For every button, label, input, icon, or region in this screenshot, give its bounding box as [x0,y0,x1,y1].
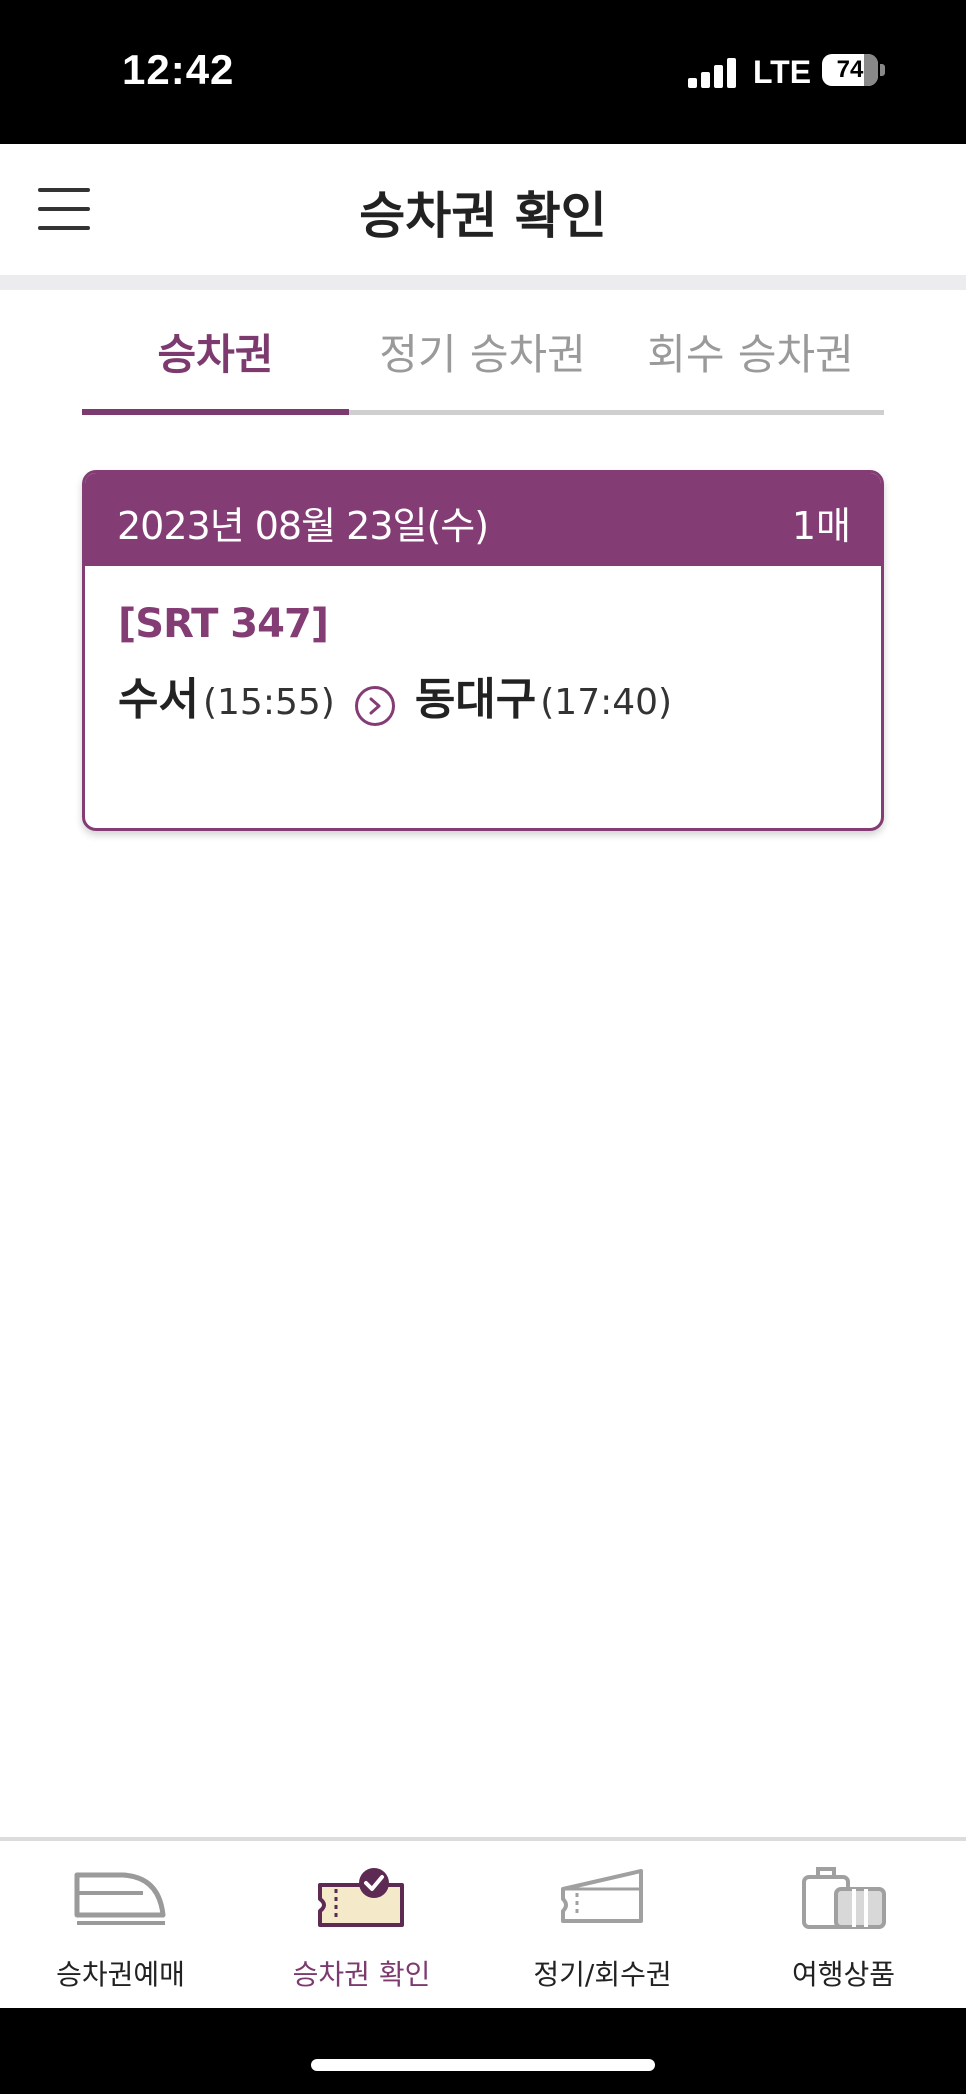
status-time: 12:42 [122,46,235,93]
nav-label: 승차권 확인 [292,1958,431,1991]
ticket-count: 1매 [791,504,851,548]
nav-item-travel-products[interactable]: 여행상품 [723,1841,964,2008]
train-number: [SRT 347] [118,601,329,647]
route: 수서 (15:55) 동대구 (17:40) [118,663,673,726]
status-bar: 12:42 LTE 74 [0,0,966,144]
header-divider [0,275,966,290]
ticket-date: 2023년 08월 23일(수) [117,504,489,548]
departure-station: 수서 [118,674,199,725]
tab-season-ticket[interactable]: 정기 승차권 [349,300,616,410]
network-label: LTE [753,54,812,90]
tab-ticket[interactable]: 승차권 [82,300,349,410]
nav-item-ticket-check[interactable]: 승차권 확인 [241,1841,482,2008]
tabs-active-indicator [82,409,349,415]
nav-label: 정기/회수권 [533,1958,672,1991]
home-indicator-area [0,2008,966,2094]
tab-multi-ride-ticket[interactable]: 회수 승차권 [617,300,884,410]
arrival-time: (17:40) [540,682,673,723]
nav-item-reservation[interactable]: 승차권예매 [0,1841,241,2008]
signal-icon [688,56,738,88]
departure-time: (15:55) [202,682,335,723]
battery-level: 74 [836,56,864,83]
luggage-icon [796,1867,892,1935]
arrival-station: 동대구 [414,674,537,725]
battery-icon: 74 [822,54,878,86]
nav-label: 여행상품 [791,1958,896,1991]
chevron-right-circle-icon [354,685,395,726]
nav-label: 승차권예매 [56,1958,185,1991]
nav-item-season-ticket[interactable]: 정기/회수권 [482,1841,723,2008]
home-indicator[interactable] [311,2059,655,2071]
battery-cap [880,64,885,76]
app-header: 승차권 확인 [0,144,966,275]
ticket-check-icon [314,1867,410,1935]
ticket-card-header: 2023년 08월 23일(수) 1매 [85,473,881,566]
ticket-card[interactable]: 2023년 08월 23일(수) 1매 [SRT 347] 수서 (15:55) 동… [82,470,884,831]
season-ticket-icon [555,1867,651,1935]
train-icon [73,1867,169,1931]
page-title: 승차권 확인 [359,187,607,245]
bottom-nav: 승차권예매 승차권 확인 정기/회수권 여행상품 [0,1837,966,2008]
ticket-tabs: 승차권 정기 승차권 회수 승차권 [82,300,884,418]
